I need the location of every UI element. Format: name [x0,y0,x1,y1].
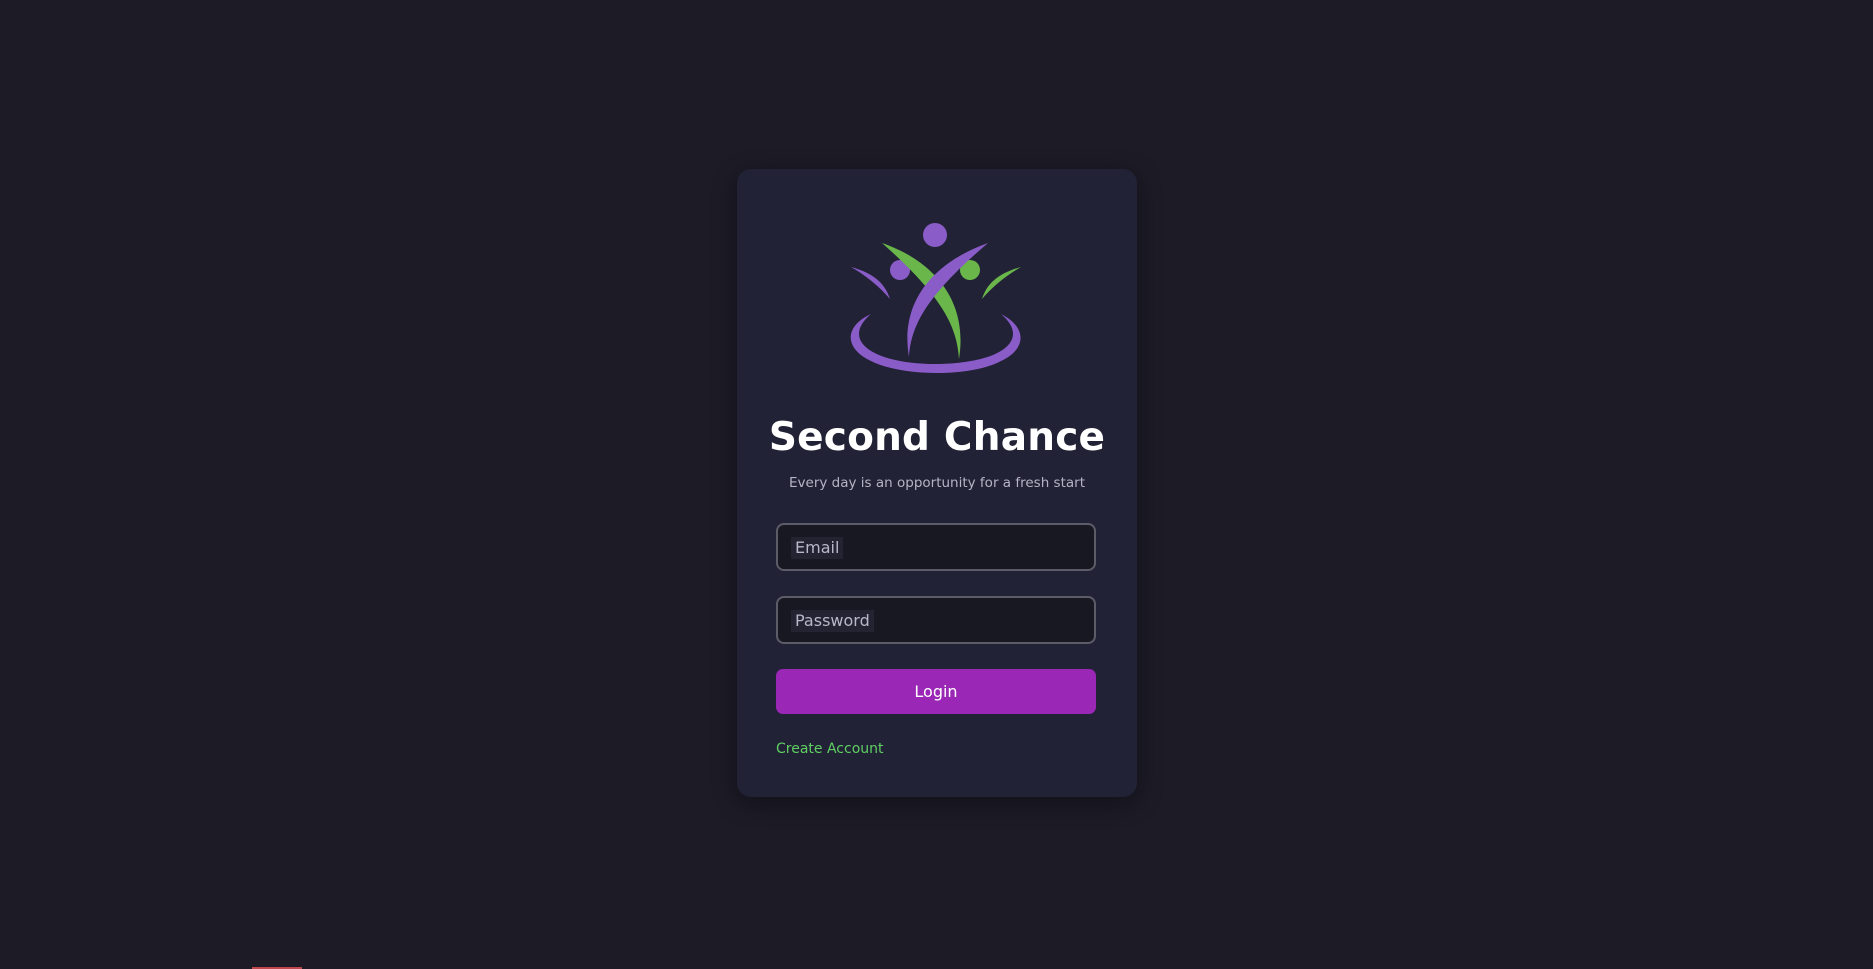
login-button[interactable]: Login [776,669,1096,714]
password-field[interactable]: Password [776,596,1096,644]
login-card: Second Chance Every day is an opportunit… [737,169,1137,797]
email-input[interactable] [778,525,1094,569]
login-page: Second Chance Every day is an opportunit… [0,0,1873,969]
app-tagline: Every day is an opportunity for a fresh … [789,475,1085,491]
app-title: Second Chance [768,415,1106,460]
email-field[interactable]: Email [776,523,1096,571]
people-embrace-logo-icon [850,223,1021,373]
create-account-link[interactable]: Create Account [776,740,884,758]
password-input[interactable] [778,598,1094,642]
